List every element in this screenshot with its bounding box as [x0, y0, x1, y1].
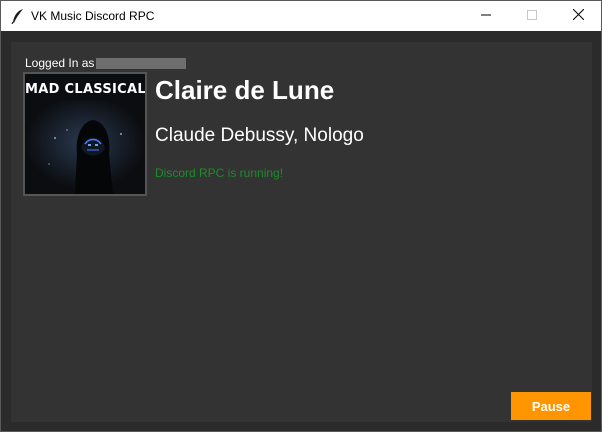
logged-in-label: Logged In as — [25, 56, 95, 70]
title-bar[interactable]: VK Music Discord RPC — [1, 1, 601, 31]
close-button[interactable] — [555, 1, 601, 31]
window-title: VK Music Discord RPC — [31, 9, 155, 23]
redacted-username — [96, 57, 187, 69]
minimize-button[interactable] — [463, 1, 509, 31]
login-status: Logged In as — [25, 56, 187, 70]
feather-icon — [11, 8, 25, 25]
maximize-button[interactable] — [509, 1, 555, 31]
album-cover: MAD CLASSICAL — [23, 72, 147, 196]
close-icon — [572, 7, 584, 25]
pause-button[interactable]: Pause — [511, 392, 591, 420]
track-title: Claire de Lune — [155, 75, 335, 105]
main-panel: Logged In as MAD CLASSICAL Claire de Lun… — [11, 42, 592, 422]
hooded-figure-image — [25, 100, 145, 194]
track-artist: Claude Debussy, Nologo — [155, 125, 364, 146]
app-window: VK Music Discord RPC Logged In as MAD CL… — [0, 0, 602, 432]
maximize-icon — [527, 7, 537, 25]
rpc-status-text: Discord RPC is running! — [155, 166, 284, 180]
minimize-icon — [481, 7, 491, 25]
